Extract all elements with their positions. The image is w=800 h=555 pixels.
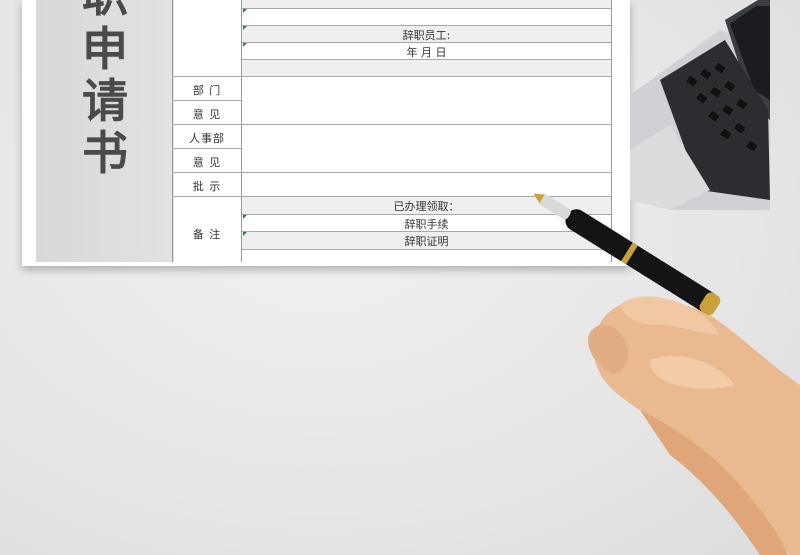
comment-marker: [243, 26, 247, 30]
comment-marker: [243, 43, 247, 47]
opinion-label-1: 意 见: [192, 108, 222, 121]
title-panel: 职 申 请 书: [36, 0, 174, 262]
top-cell-1[interactable]: [242, 0, 611, 8]
opinion-label-2: 意 见: [192, 156, 222, 169]
date-label: 年 月 日: [406, 46, 447, 59]
dept-label: 部 门: [192, 84, 222, 97]
approval-label: 批 示: [192, 180, 222, 193]
laptop-image: [630, 0, 770, 210]
hand-with-pen-image: [533, 193, 800, 555]
hr-opinion-field[interactable]: [242, 125, 611, 172]
title-char-4: 书: [82, 126, 128, 180]
comment-marker: [243, 9, 247, 13]
title-char-2: 申: [82, 22, 128, 76]
employee-label: 辞职员工:: [402, 29, 451, 42]
dept-opinion-field[interactable]: [242, 77, 611, 124]
remarks-label: 备 注: [192, 228, 222, 241]
title-char-3: 请: [82, 74, 128, 128]
title-char-1: 职: [36, 0, 174, 18]
hr-label: 人事部: [189, 132, 225, 145]
blank-cell[interactable]: [242, 60, 611, 76]
